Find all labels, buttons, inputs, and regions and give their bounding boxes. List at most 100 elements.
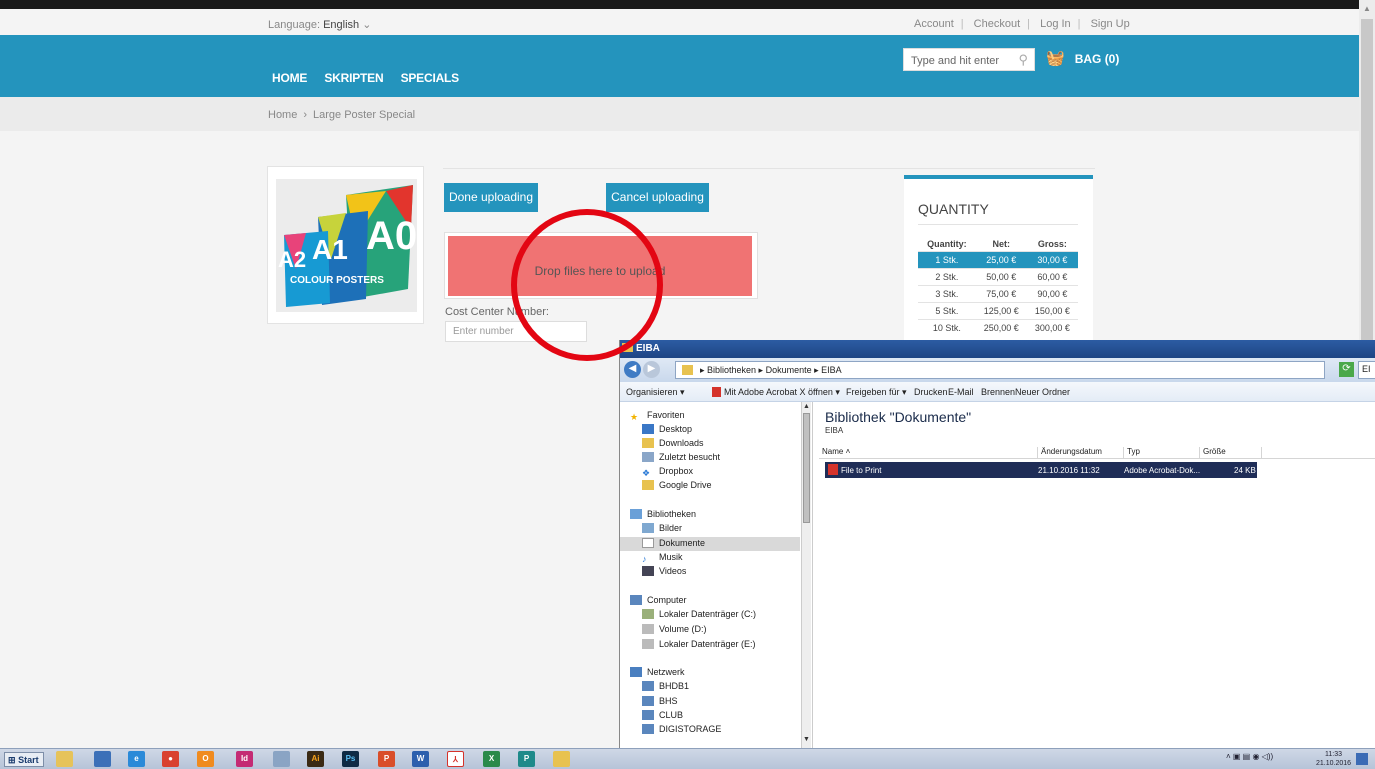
quantity-row[interactable]: 10 Stk. 250,00 € 300,00 €: [918, 318, 1078, 336]
folder-taskbar-icon[interactable]: [553, 751, 570, 767]
nav-item[interactable]: ♪ Musik: [642, 552, 683, 564]
calculator-taskbar-icon[interactable]: [273, 751, 290, 767]
nav-item[interactable]: Videos: [642, 566, 686, 576]
scrollbar-thumb[interactable]: [1361, 19, 1373, 343]
nav-item[interactable]: DIGISTORAGE: [642, 724, 721, 734]
start-button[interactable]: ⊞ Start: [4, 752, 44, 767]
nav-item[interactable]: Downloads: [642, 438, 704, 448]
column-date[interactable]: Änderungsdatum: [1037, 447, 1102, 459]
address-path[interactable]: ▸ Bibliotheken ▸ Dokumente ▸ EIBA: [675, 361, 1325, 379]
nav-favorites[interactable]: ★ Favoriten: [630, 410, 685, 422]
scroll-down-icon[interactable]: ▼: [803, 736, 810, 743]
pictures-icon: [642, 523, 654, 533]
search-input[interactable]: Type and hit enter ⚲: [903, 48, 1035, 71]
nav-specials[interactable]: SPECIALS: [401, 71, 460, 85]
nav-item[interactable]: BHDB1: [642, 681, 689, 691]
forward-icon[interactable]: ▶: [643, 361, 660, 378]
back-icon[interactable]: ◀: [624, 361, 641, 378]
acrobat-taskbar-icon[interactable]: ⅄: [447, 751, 464, 767]
toolbar-burn[interactable]: Brennen: [981, 387, 1015, 397]
explorer-taskbar-icon[interactable]: [56, 751, 73, 767]
signup-link[interactable]: Sign Up: [1091, 18, 1130, 30]
publisher-taskbar-icon[interactable]: P: [518, 751, 535, 767]
explorer-titlebar[interactable]: EIBA: [620, 340, 1375, 358]
file-pane: Bibliothek "Dokumente" EIBA Name ˄ Änder…: [812, 402, 1375, 748]
powerpoint-taskbar-icon[interactable]: P: [378, 751, 395, 767]
scroll-up-icon[interactable]: ▲: [803, 403, 810, 410]
done-uploading-button[interactable]: Done uploading: [444, 183, 538, 212]
nav-scrollbar[interactable]: ▲ ▼: [801, 402, 811, 748]
quantity-row[interactable]: 3 Stk. 75,00 € 90,00 €: [918, 284, 1078, 302]
toolbar-new-folder[interactable]: Neuer Ordner: [1015, 387, 1070, 397]
library-subtitle: EIBA: [825, 426, 844, 435]
nav-home[interactable]: HOME: [272, 71, 307, 85]
chrome-taskbar-icon[interactable]: ●: [162, 751, 179, 767]
outlook-taskbar-icon[interactable]: O: [197, 751, 214, 767]
toolbar-open-acrobat[interactable]: Mit Adobe Acrobat X öffnen ▾: [712, 387, 840, 398]
toolbar-print[interactable]: Drucken: [914, 387, 948, 397]
checkout-link[interactable]: Checkout: [974, 18, 1020, 30]
file-size: 24 KB: [1234, 466, 1256, 475]
quantity-row[interactable]: 1 Stk. 25,00 € 30,00 €: [918, 250, 1078, 268]
library-title: Bibliothek "Dokumente": [825, 409, 972, 425]
toolbar-share[interactable]: Freigeben für ▾: [846, 387, 907, 398]
desktop-icon: [642, 424, 654, 434]
file-row[interactable]: File to Print 21.10.2016 11:32 Adobe Acr…: [825, 462, 1257, 478]
clock[interactable]: 11:33 21.10.2016: [1316, 750, 1351, 768]
system-tray[interactable]: ˄ ▣ ▤ ◉ ◁)): [1226, 752, 1273, 761]
photoshop-taskbar-icon[interactable]: Ps: [342, 751, 359, 767]
nav-item[interactable]: Google Drive: [642, 480, 712, 490]
account-links: Account | Checkout | Log In | Sign Up: [914, 18, 1130, 30]
cancel-uploading-button[interactable]: Cancel uploading: [606, 183, 709, 212]
quantity-box: QUANTITY Quantity: Net: Gross: 1 Stk. 25…: [904, 175, 1093, 343]
account-link[interactable]: Account: [914, 18, 954, 30]
bag-button[interactable]: 🧺 BAG (0): [1046, 49, 1119, 67]
nav-item-dokumente[interactable]: Dokumente: [642, 538, 705, 548]
login-link[interactable]: Log In: [1040, 18, 1071, 30]
nav-item[interactable]: BHS: [642, 696, 678, 706]
toolbar-organize[interactable]: Organisieren ▾: [626, 387, 685, 398]
computer-icon: [642, 710, 654, 720]
quantity-table: Quantity: Net: Gross: 1 Stk. 25,00 € 30,…: [918, 237, 1078, 336]
nav-item[interactable]: Bilder: [642, 523, 682, 533]
column-type[interactable]: Typ: [1123, 447, 1140, 459]
nav-item[interactable]: Desktop: [642, 424, 692, 434]
nav-skripten[interactable]: SKRIPTEN: [324, 71, 383, 85]
taskbar: ⊞ Start e ● O Id Ai Ps P W ⅄ X P ˄ ▣ ▤ ◉…: [0, 748, 1375, 769]
dropzone[interactable]: Drop files here to upload: [444, 232, 758, 299]
explorer-search-input[interactable]: EI: [1358, 361, 1375, 379]
nav-computer[interactable]: Computer: [630, 595, 687, 605]
search-icon[interactable]: ⚲: [1018, 52, 1028, 68]
toolbar-email[interactable]: E-Mail: [948, 387, 974, 397]
nav-item[interactable]: CLUB: [642, 710, 683, 720]
quantity-row[interactable]: 2 Stk. 50,00 € 60,00 €: [918, 267, 1078, 285]
column-size[interactable]: Größe: [1199, 447, 1226, 459]
nav-item[interactable]: ❖ Dropbox: [642, 466, 693, 478]
nav-item[interactable]: Zuletzt besucht: [642, 452, 720, 462]
language-selector[interactable]: Language: English ⌄: [268, 18, 371, 31]
explorer-title: EIBA: [636, 343, 660, 354]
breadcrumb-home[interactable]: Home: [268, 109, 297, 121]
drive-icon: [642, 609, 654, 619]
cost-center-input[interactable]: Enter number: [445, 321, 587, 342]
ie-taskbar-icon[interactable]: e: [128, 751, 145, 767]
nav-item[interactable]: Lokaler Datenträger (C:): [642, 609, 756, 619]
nav-item[interactable]: Lokaler Datenträger (E:): [642, 639, 756, 649]
illustrator-taskbar-icon[interactable]: Ai: [307, 751, 324, 767]
quantity-row[interactable]: 5 Stk. 125,00 € 150,00 €: [918, 301, 1078, 319]
column-name[interactable]: Name ˄: [819, 447, 850, 459]
excel-taskbar-icon[interactable]: X: [483, 751, 500, 767]
breadcrumb: Home › Large Poster Special: [268, 109, 416, 121]
nav-network[interactable]: Netzwerk: [630, 667, 685, 677]
nav-item[interactable]: Volume (D:): [642, 624, 707, 634]
indesign-taskbar-icon[interactable]: Id: [236, 751, 253, 767]
network-taskbar-icon[interactable]: [94, 751, 111, 767]
refresh-icon[interactable]: ⟳: [1339, 362, 1354, 377]
show-desktop-button[interactable]: [1356, 753, 1368, 765]
nav-scroll-thumb[interactable]: [803, 413, 810, 523]
scroll-up-icon[interactable]: ▲: [1363, 4, 1371, 13]
divider: [443, 168, 1095, 169]
nav-libraries[interactable]: Bibliotheken: [630, 509, 696, 519]
word-taskbar-icon[interactable]: W: [412, 751, 429, 767]
language-label: Language:: [268, 19, 320, 31]
